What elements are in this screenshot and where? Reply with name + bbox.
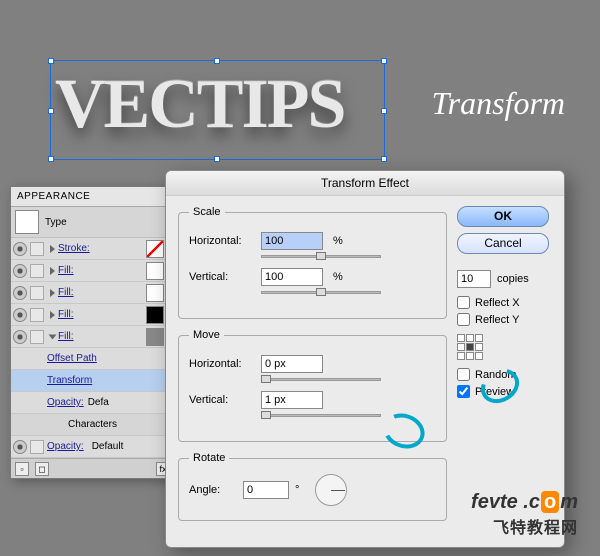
fill-row-3[interactable]: Fill: bbox=[11, 304, 174, 326]
random-checkbox[interactable] bbox=[457, 368, 470, 381]
scale-group: Scale Horizontal: % Vertical: % bbox=[178, 206, 447, 319]
rotate-legend: Rotate bbox=[189, 452, 229, 464]
opacity-value: Default bbox=[92, 441, 124, 452]
appearance-tab[interactable]: APPEARANCE bbox=[11, 187, 174, 207]
type-swatch bbox=[15, 210, 39, 234]
opacity-row-2[interactable]: Opacity: Default bbox=[11, 436, 174, 458]
appearance-footer: ▫ ◻ fx bbox=[11, 458, 174, 478]
reflect-x-label: Reflect X bbox=[475, 297, 520, 309]
transform-label[interactable]: Transform bbox=[47, 375, 92, 386]
stroke-swatch[interactable] bbox=[146, 240, 164, 258]
fill-label[interactable]: Fill: bbox=[58, 265, 74, 276]
visibility-icon[interactable] bbox=[13, 242, 27, 256]
move-horizontal-input[interactable] bbox=[261, 355, 323, 373]
scale-vertical-input[interactable] bbox=[261, 268, 323, 286]
opacity-label[interactable]: Opacity: bbox=[47, 397, 84, 408]
fill-row-2[interactable]: Fill: bbox=[11, 282, 174, 304]
characters-label: Characters bbox=[68, 419, 117, 430]
ok-button[interactable]: OK bbox=[457, 206, 549, 227]
fill-label[interactable]: Fill: bbox=[58, 331, 74, 342]
angle-input[interactable] bbox=[243, 481, 289, 499]
angle-dial[interactable] bbox=[315, 474, 347, 506]
fill-swatch[interactable] bbox=[146, 328, 164, 346]
stroke-label[interactable]: Stroke: bbox=[58, 243, 90, 254]
appearance-type-row: Type bbox=[11, 207, 174, 238]
visibility-icon[interactable] bbox=[13, 286, 27, 300]
reflect-y-checkbox[interactable] bbox=[457, 313, 470, 326]
scale-horizontal-label: Horizontal: bbox=[189, 235, 261, 247]
visibility-icon[interactable] bbox=[13, 264, 27, 278]
preview-label: Preview bbox=[475, 386, 514, 398]
watermark-o-icon: o bbox=[541, 491, 559, 513]
watermark-m: m bbox=[560, 491, 578, 513]
stroke-row[interactable]: Stroke: bbox=[11, 238, 174, 260]
offset-path-row[interactable]: Offset Path bbox=[11, 348, 174, 370]
reflect-x-checkbox[interactable] bbox=[457, 296, 470, 309]
copies-label: copies bbox=[497, 273, 529, 285]
appearance-panel: APPEARANCE Type Stroke: Fill: Fill: Fill… bbox=[10, 186, 175, 479]
clear-icon[interactable]: ◻ bbox=[35, 462, 49, 476]
copies-input[interactable] bbox=[457, 270, 491, 288]
move-vertical-slider[interactable] bbox=[261, 411, 381, 421]
watermark-brand: fevte bbox=[471, 491, 518, 513]
scale-horizontal-slider[interactable] bbox=[261, 252, 381, 262]
artwork-text: VECTIPS bbox=[55, 65, 344, 145]
fill-row-4[interactable]: Fill: bbox=[11, 326, 174, 348]
fill-swatch[interactable] bbox=[146, 262, 164, 280]
scale-vertical-label: Vertical: bbox=[189, 271, 261, 283]
preview-row[interactable]: Preview bbox=[457, 385, 552, 398]
heading-transform: Transform bbox=[432, 85, 565, 122]
angle-label: Angle: bbox=[189, 484, 237, 496]
move-horizontal-label: Horizontal: bbox=[189, 358, 261, 370]
offset-path-label[interactable]: Offset Path bbox=[47, 353, 97, 364]
opacity-value: Defa bbox=[88, 397, 109, 408]
no-fill-icon[interactable]: ▫ bbox=[15, 462, 29, 476]
fill-row-1[interactable]: Fill: bbox=[11, 260, 174, 282]
random-label: Random bbox=[475, 369, 517, 381]
rotate-group: Rotate Angle: ° bbox=[178, 452, 447, 521]
reflect-x-row[interactable]: Reflect X bbox=[457, 296, 552, 309]
move-vertical-label: Vertical: bbox=[189, 394, 261, 406]
type-label: Type bbox=[45, 217, 67, 228]
chevron-right-icon[interactable] bbox=[50, 311, 55, 319]
fill-label[interactable]: Fill: bbox=[58, 309, 74, 320]
fill-label[interactable]: Fill: bbox=[58, 287, 74, 298]
visibility-icon[interactable] bbox=[13, 440, 27, 454]
characters-row[interactable]: Characters bbox=[11, 414, 174, 436]
watermark-dotc: .c bbox=[523, 491, 540, 513]
chevron-right-icon[interactable] bbox=[50, 289, 55, 297]
watermark-sub: 飞特教程网 bbox=[471, 514, 578, 538]
chevron-right-icon[interactable] bbox=[50, 245, 55, 253]
scale-horizontal-input[interactable] bbox=[261, 232, 323, 250]
fill-swatch[interactable] bbox=[146, 306, 164, 324]
opacity-label[interactable]: Opacity: bbox=[47, 441, 84, 452]
random-row[interactable]: Random bbox=[457, 368, 552, 381]
cancel-button[interactable]: Cancel bbox=[457, 233, 549, 254]
opacity-row[interactable]: Opacity: Defa bbox=[11, 392, 174, 414]
percent-unit: % bbox=[333, 271, 343, 283]
move-horizontal-slider[interactable] bbox=[261, 375, 381, 385]
scale-vertical-slider[interactable] bbox=[261, 288, 381, 298]
anchor-grid-icon[interactable] bbox=[457, 334, 483, 360]
move-legend: Move bbox=[189, 329, 224, 341]
chevron-right-icon[interactable] bbox=[50, 267, 55, 275]
visibility-icon[interactable] bbox=[13, 308, 27, 322]
reflect-y-row[interactable]: Reflect Y bbox=[457, 313, 552, 326]
dialog-title: Transform Effect bbox=[166, 171, 564, 196]
reflect-y-label: Reflect Y bbox=[475, 314, 519, 326]
degree-unit: ° bbox=[295, 484, 299, 496]
preview-checkbox[interactable] bbox=[457, 385, 470, 398]
fill-swatch[interactable] bbox=[146, 284, 164, 302]
move-group: Move Horizontal: Vertical: bbox=[178, 329, 447, 442]
watermark: fevte .com 飞特教程网 bbox=[471, 491, 578, 538]
chevron-down-icon[interactable] bbox=[49, 334, 57, 339]
scale-legend: Scale bbox=[189, 206, 225, 218]
transform-effect-row[interactable]: Transform bbox=[11, 370, 174, 392]
visibility-icon[interactable] bbox=[13, 330, 27, 344]
move-vertical-input[interactable] bbox=[261, 391, 323, 409]
percent-unit: % bbox=[333, 235, 343, 247]
